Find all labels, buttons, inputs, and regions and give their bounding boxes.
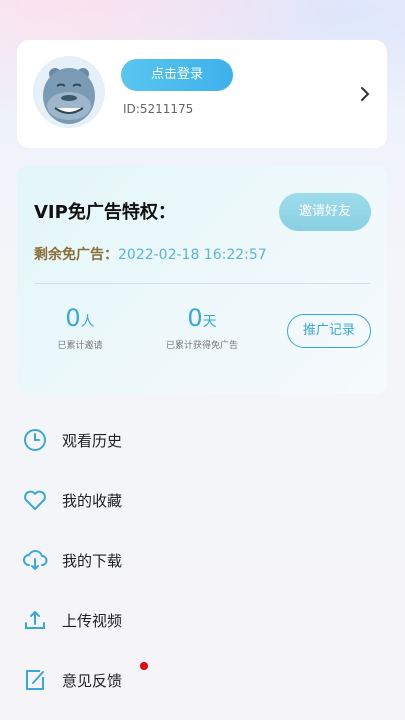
- ad-free-remaining: 剩余免广告：2022-02-18 16:22:57: [34, 244, 267, 264]
- divider: [34, 283, 370, 284]
- menu-list: 观看历史 我的收藏 我的下载 上传视频 意见反馈: [22, 410, 382, 710]
- hippo-avatar-icon: [33, 56, 105, 128]
- remaining-value: 2022-02-18 16:22:57: [118, 247, 267, 263]
- menu-item-downloads[interactable]: 我的下载: [22, 530, 382, 590]
- vip-title: VIP免广告特权：: [34, 202, 176, 223]
- ad-free-days-stat: 0天 已累计获得免广告: [149, 304, 255, 351]
- menu-item-label: 我的下载: [62, 551, 123, 570]
- menu-item-label: 我的收藏: [62, 491, 123, 510]
- menu-item-label: 意见反馈: [62, 671, 123, 690]
- menu-item-feedback[interactable]: 意见反馈: [22, 650, 382, 710]
- promotion-records-button[interactable]: 推广记录: [287, 314, 371, 348]
- ad-free-days: 0: [187, 304, 203, 332]
- remaining-label: 剩余免广告：: [34, 247, 118, 263]
- invited-unit: 人: [80, 314, 95, 330]
- user-id: ID:5211175: [123, 102, 194, 116]
- ad-free-days-unit: 天: [202, 314, 217, 330]
- heart-icon: [24, 490, 46, 510]
- menu-item-favorites[interactable]: 我的收藏: [22, 470, 382, 530]
- login-button[interactable]: 点击登录: [121, 59, 233, 91]
- ad-free-days-caption: 已累计获得免广告: [165, 341, 238, 351]
- clock-icon: [24, 429, 46, 451]
- vip-panel: VIP免广告特权： 邀请好友 剩余免广告：2022-02-18 16:22:57…: [17, 166, 387, 394]
- notification-dot: [140, 662, 148, 670]
- upload-icon: [25, 610, 45, 629]
- feedback-edit-icon: [26, 670, 44, 690]
- chevron-right-icon[interactable]: [357, 84, 373, 104]
- menu-item-watch-history[interactable]: 观看历史: [22, 410, 382, 470]
- menu-item-label: 观看历史: [62, 431, 123, 450]
- invited-count: 0: [65, 304, 81, 332]
- menu-item-upload-video[interactable]: 上传视频: [22, 590, 382, 650]
- invited-count-stat: 0人 已累计邀请: [43, 304, 117, 351]
- avatar[interactable]: [33, 56, 105, 128]
- menu-item-label: 上传视频: [62, 611, 123, 630]
- invited-caption: 已累计邀请: [57, 341, 103, 351]
- cloud-download-icon: [23, 550, 48, 571]
- invite-friends-button[interactable]: 邀请好友: [279, 193, 371, 231]
- profile-card: 点击登录 ID:5211175: [17, 40, 387, 148]
